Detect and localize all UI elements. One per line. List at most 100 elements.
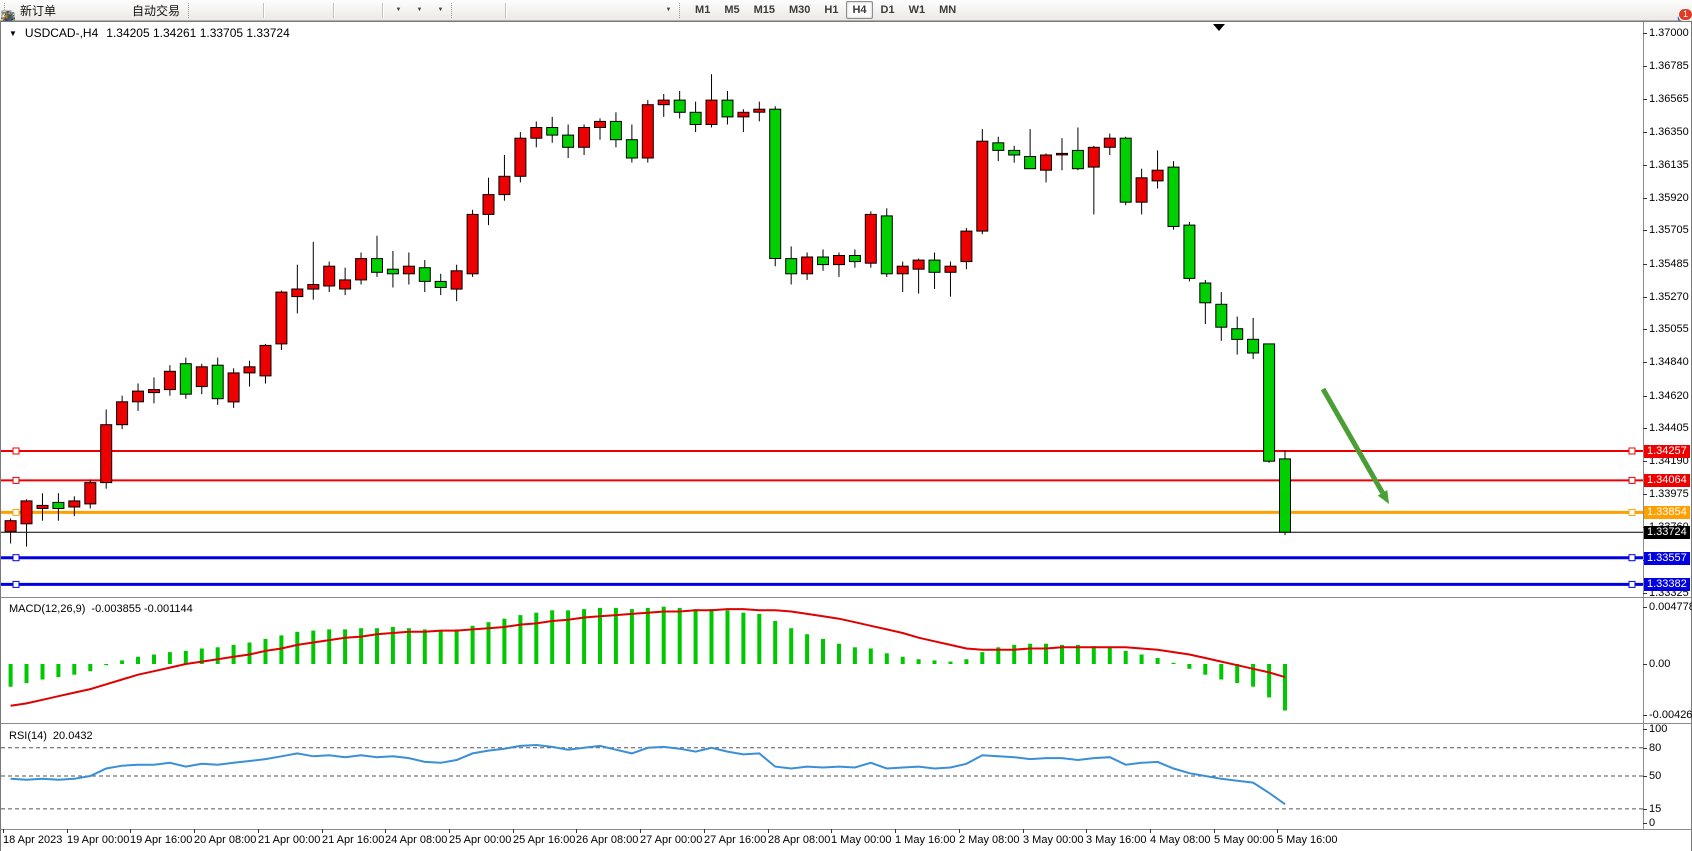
line-handle[interactable]	[1629, 555, 1635, 561]
timeframe-H4[interactable]: H4	[846, 1, 872, 19]
line-handle[interactable]	[13, 509, 19, 515]
community-button[interactable]	[83, 1, 104, 20]
periods-button[interactable]: ▼	[407, 1, 428, 20]
timeframe-M30[interactable]: M30	[783, 1, 816, 19]
bar-chart-button[interactable]	[197, 1, 218, 20]
line-chart-button[interactable]	[239, 1, 260, 20]
candlestick-chart-button[interactable]	[218, 1, 239, 20]
candle	[372, 236, 383, 277]
line-handle[interactable]	[13, 555, 19, 561]
hline-object-1.34257[interactable]	[1, 448, 1643, 454]
candle	[754, 102, 765, 122]
new-order-button[interactable]: 新订单	[13, 1, 62, 20]
macd-bar	[25, 664, 29, 683]
macd-name: MACD(12,26,9)	[9, 603, 85, 615]
text-button[interactable]: A	[614, 1, 635, 20]
line-handle[interactable]	[1629, 477, 1635, 483]
main-chart[interactable]	[1, 23, 1643, 597]
line-handle[interactable]	[13, 448, 19, 454]
signals-button[interactable]	[104, 1, 125, 20]
rsi-value: 20.0432	[53, 730, 93, 742]
timeframe-M5[interactable]: M5	[718, 1, 745, 19]
panel-separator	[1, 724, 1691, 725]
candle	[1009, 146, 1020, 163]
text-label-button[interactable]: T	[635, 1, 656, 20]
market-button[interactable]	[62, 1, 83, 20]
macd-bar	[566, 610, 570, 664]
candle	[1184, 222, 1195, 281]
timeframe-W1[interactable]: W1	[903, 1, 932, 19]
vertical-line-button[interactable]	[509, 1, 530, 20]
line-handle[interactable]	[1629, 509, 1635, 515]
channel-button[interactable]: E	[572, 1, 593, 20]
toolbar-right: 1	[1676, 0, 1686, 21]
axis-tick	[1643, 715, 1647, 716]
hline-object-1.33854[interactable]	[1, 509, 1643, 515]
timeframe-M15[interactable]: M15	[748, 1, 781, 19]
rsi-tick-label: 100	[1649, 723, 1667, 735]
time-tick-label: 2 May 08:00	[959, 834, 1020, 846]
timeframe-D1[interactable]: D1	[875, 1, 901, 19]
candle	[117, 396, 128, 430]
axis-tick	[1643, 132, 1647, 133]
toolbar-separator	[333, 3, 334, 18]
time-tick-label: 21 Apr 16:00	[322, 834, 384, 846]
line-handle[interactable]	[13, 581, 19, 587]
tile-windows-button[interactable]	[309, 1, 330, 20]
indicators-button[interactable]: ▼	[386, 1, 407, 20]
candle	[276, 291, 287, 350]
hline-object-1.34064[interactable]	[1, 477, 1643, 483]
auto-scroll-button[interactable]	[337, 1, 358, 20]
line-handle[interactable]	[1629, 448, 1635, 454]
timeframe-H1[interactable]: H1	[818, 1, 844, 19]
timeframe-MN[interactable]: MN	[933, 1, 962, 19]
auto-trading-button[interactable]: 自动交易	[125, 1, 186, 20]
candle	[674, 91, 685, 118]
candle	[563, 125, 574, 159]
rsi-panel[interactable]	[1, 726, 1643, 828]
candle	[738, 109, 749, 132]
templates-button[interactable]: ▼	[428, 1, 449, 20]
toolbar-separator	[382, 3, 383, 18]
fibonacci-button[interactable]: F	[593, 1, 614, 20]
time-tick	[704, 829, 705, 833]
crosshair-button[interactable]	[481, 1, 502, 20]
down-arrow-annotation[interactable]	[1323, 389, 1389, 504]
zoom-in-button[interactable]	[267, 1, 288, 20]
macd-bar	[917, 659, 921, 664]
zoom-out-button[interactable]	[288, 1, 309, 20]
time-tick	[3, 829, 4, 833]
candle	[260, 344, 271, 384]
trendline-button[interactable]	[551, 1, 572, 20]
chart-shift-marker[interactable]	[1213, 24, 1225, 31]
macd-bar	[1203, 664, 1207, 675]
shapes-button[interactable]: ▼	[656, 1, 677, 20]
candle	[977, 129, 988, 234]
chart-shift-button[interactable]	[358, 1, 379, 20]
time-tick-label: 21 Apr 00:00	[258, 834, 320, 846]
candle	[722, 91, 733, 125]
hline-object-1.33382[interactable]	[1, 581, 1643, 587]
macd-bar	[949, 662, 953, 664]
time-tick	[576, 829, 577, 833]
cursor-button[interactable]	[460, 1, 481, 20]
price-tick-label: 1.36785	[1649, 60, 1689, 72]
axis-tick	[1643, 809, 1647, 810]
line-handle[interactable]	[1629, 581, 1635, 587]
price-tick-label: 1.34840	[1649, 356, 1689, 368]
chevron-down-icon: ▼	[666, 7, 672, 13]
time-tick-label: 3 May 00:00	[1023, 834, 1084, 846]
hline-object-1.33557[interactable]	[1, 555, 1643, 561]
horizontal-line-button[interactable]	[530, 1, 551, 20]
macd-panel[interactable]	[1, 599, 1643, 723]
line-handle[interactable]	[13, 477, 19, 483]
price-line-badge: 1.33854	[1644, 506, 1690, 519]
macd-bar	[56, 664, 60, 677]
macd-bar	[1283, 664, 1287, 711]
macd-values: -0.003855 -0.001144	[91, 603, 192, 615]
candle	[1072, 128, 1083, 171]
timeframe-M1[interactable]: M1	[689, 1, 716, 19]
quick-trade-toggle-icon[interactable]: ▼	[9, 29, 17, 38]
axis-tick	[1643, 66, 1647, 67]
macd-bar	[295, 632, 299, 664]
